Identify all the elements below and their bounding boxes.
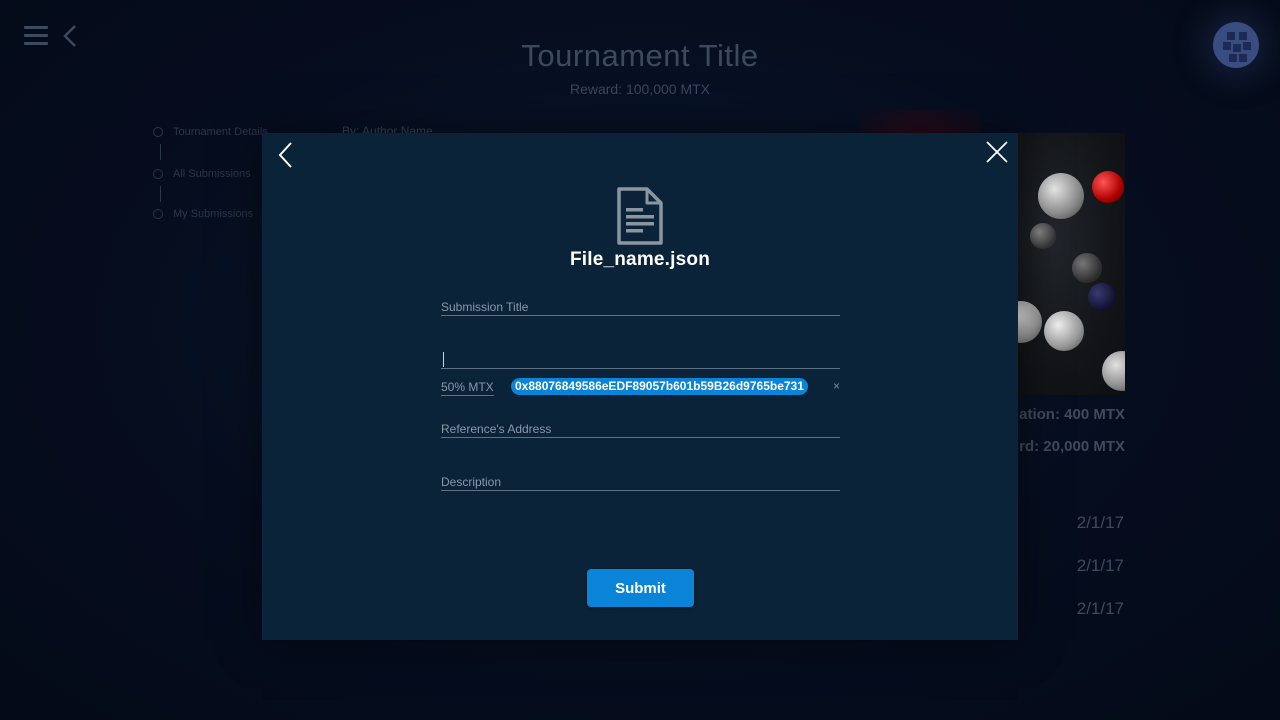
step-dot-icon — [153, 209, 163, 219]
sidenav-connector — [160, 144, 161, 160]
contributor-split-row: 50% MTX 0x88076849586eEDF89057b601b59B26… — [441, 378, 861, 398]
sidenav-item-all-submissions[interactable]: All Submissions — [153, 168, 251, 180]
chip-remove-icon[interactable]: × — [833, 379, 840, 393]
description-label: Description — [441, 475, 502, 489]
sidenav-item-my-submissions[interactable]: My Submissions — [153, 208, 253, 220]
sidenav-item-label: My Submissions — [173, 208, 254, 220]
percent-selector[interactable]: 50% MTX — [441, 380, 494, 396]
page-title: Tournament Title — [521, 38, 759, 73]
address-chip[interactable]: 0x88076849586eEDF89057b601b59B26d9765be7… — [511, 378, 808, 395]
step-dot-icon — [153, 127, 163, 137]
contributor-address-field[interactable] — [441, 346, 840, 369]
sidenav-connector — [160, 186, 161, 202]
step-dot-icon — [153, 169, 163, 179]
page-reward: Reward: 100,000 MTX — [569, 81, 711, 97]
chevron-left-icon[interactable] — [277, 141, 293, 169]
reference-address-field[interactable]: Reference's Address — [441, 415, 840, 438]
submission-date: 2/1/17 — [1076, 513, 1124, 532]
close-icon[interactable] — [986, 141, 1008, 163]
background-stat: ation: 400 MTX — [1019, 406, 1125, 423]
description-field[interactable]: Description — [441, 468, 840, 491]
background-stat: rd: 20,000 MTX — [1019, 438, 1125, 455]
reference-address-label: Reference's Address — [441, 422, 552, 436]
submission-date: 2/1/17 — [1076, 556, 1124, 575]
submission-title-field[interactable]: Submission Title — [441, 293, 840, 316]
submission-date: 2/1/17 — [1076, 599, 1124, 618]
contributor-address-input[interactable] — [441, 346, 840, 368]
submission-modal: File_name.json Submission Title 50% MTX … — [262, 133, 1018, 640]
sidenav-item-label: Tournament Details — [173, 126, 268, 138]
avatar[interactable] — [1213, 22, 1259, 68]
sidenav-item-label: All Submissions — [173, 168, 251, 180]
sidenav-item-tournament-details[interactable]: Tournament Details — [153, 126, 268, 138]
molecule-image — [1010, 133, 1125, 395]
document-icon — [617, 187, 663, 245]
submit-button[interactable]: Submit — [587, 569, 694, 607]
file-name: File_name.json — [569, 249, 711, 270]
submission-title-label: Submission Title — [441, 300, 529, 314]
page: Tournament Title Reward: 100,000 MTX Tou… — [0, 0, 1280, 720]
